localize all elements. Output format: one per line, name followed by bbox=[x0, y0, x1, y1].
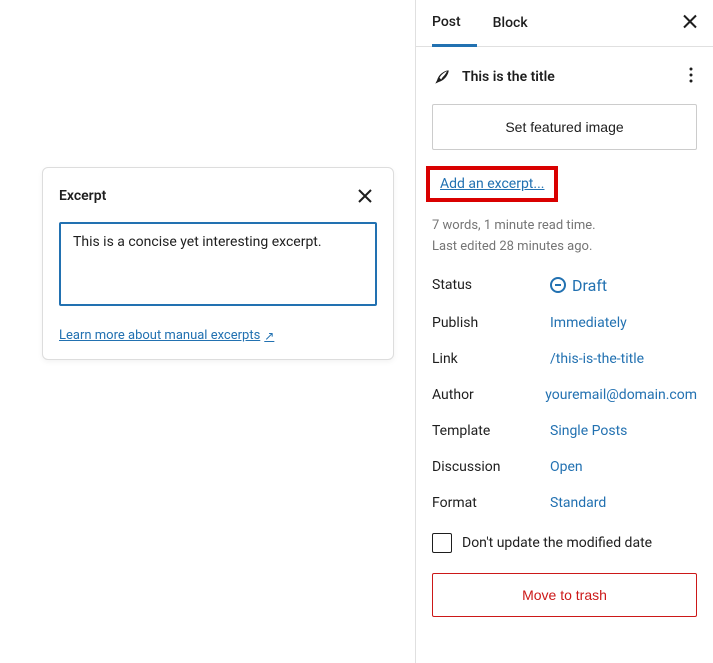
meta-last-edited: Last edited 28 minutes ago. bbox=[432, 237, 697, 258]
status-value[interactable]: Draft bbox=[550, 276, 607, 295]
excerpt-popover: Excerpt Learn more about manual excerpts… bbox=[42, 167, 394, 360]
sidebar-body: This is the title Set featured image Add… bbox=[416, 47, 713, 663]
sidebar-tabs: Post Block bbox=[416, 0, 713, 47]
learn-more-label: Learn more about manual excerpts bbox=[59, 328, 260, 343]
publish-label: Publish bbox=[432, 315, 550, 331]
author-value[interactable]: youremail@domain.com bbox=[545, 387, 697, 403]
close-icon bbox=[683, 15, 697, 29]
sidebar-close-button[interactable] bbox=[683, 13, 697, 34]
format-value[interactable]: Standard bbox=[550, 495, 606, 511]
set-featured-image-button[interactable]: Set featured image bbox=[432, 104, 697, 150]
feather-icon bbox=[432, 67, 452, 87]
dont-update-label: Don't update the modified date bbox=[462, 535, 652, 551]
discussion-value[interactable]: Open bbox=[550, 459, 583, 475]
template-value[interactable]: Single Posts bbox=[550, 423, 627, 439]
settings-sidebar: Post Block This is the title Set feature… bbox=[415, 0, 713, 663]
title-row: This is the title bbox=[432, 63, 697, 90]
excerpt-textarea[interactable] bbox=[59, 222, 377, 306]
link-value[interactable]: /this-is-the-title bbox=[550, 351, 644, 367]
dont-update-row: Don't update the modified date bbox=[432, 533, 697, 553]
link-label: Link bbox=[432, 351, 550, 367]
setting-status: Status Draft bbox=[432, 276, 697, 295]
discussion-label: Discussion bbox=[432, 459, 550, 475]
author-label: Author bbox=[432, 387, 545, 403]
excerpt-header: Excerpt bbox=[59, 184, 377, 208]
tab-post[interactable]: Post bbox=[432, 0, 477, 47]
setting-template: Template Single Posts bbox=[432, 423, 697, 439]
setting-format: Format Standard bbox=[432, 495, 697, 511]
close-button[interactable] bbox=[353, 184, 377, 208]
setting-author: Author youremail@domain.com bbox=[432, 387, 697, 403]
settings-list: Status Draft Publish Immediately Link /t… bbox=[432, 276, 697, 511]
more-vertical-icon bbox=[689, 67, 693, 83]
more-options-button[interactable] bbox=[685, 63, 697, 90]
publish-value[interactable]: Immediately bbox=[550, 315, 627, 331]
add-excerpt-link[interactable]: Add an excerpt... bbox=[426, 166, 558, 202]
move-to-trash-button[interactable]: Move to trash bbox=[432, 573, 697, 617]
draft-status-icon bbox=[550, 277, 566, 293]
setting-link: Link /this-is-the-title bbox=[432, 351, 697, 367]
external-link-icon: ↗ bbox=[264, 329, 274, 343]
meta-read-time: 7 words, 1 minute read time. bbox=[432, 216, 697, 237]
template-label: Template bbox=[432, 423, 550, 439]
post-meta: 7 words, 1 minute read time. Last edited… bbox=[432, 216, 697, 258]
post-title: This is the title bbox=[462, 69, 675, 85]
tab-block[interactable]: Block bbox=[493, 1, 544, 45]
status-text: Draft bbox=[572, 276, 607, 295]
status-label: Status bbox=[432, 277, 550, 293]
learn-more-link[interactable]: Learn more about manual excerpts ↗ bbox=[59, 328, 274, 343]
setting-publish: Publish Immediately bbox=[432, 315, 697, 331]
dont-update-checkbox[interactable] bbox=[432, 533, 452, 553]
close-icon bbox=[358, 189, 372, 203]
excerpt-title: Excerpt bbox=[59, 188, 106, 204]
format-label: Format bbox=[432, 495, 550, 511]
setting-discussion: Discussion Open bbox=[432, 459, 697, 475]
